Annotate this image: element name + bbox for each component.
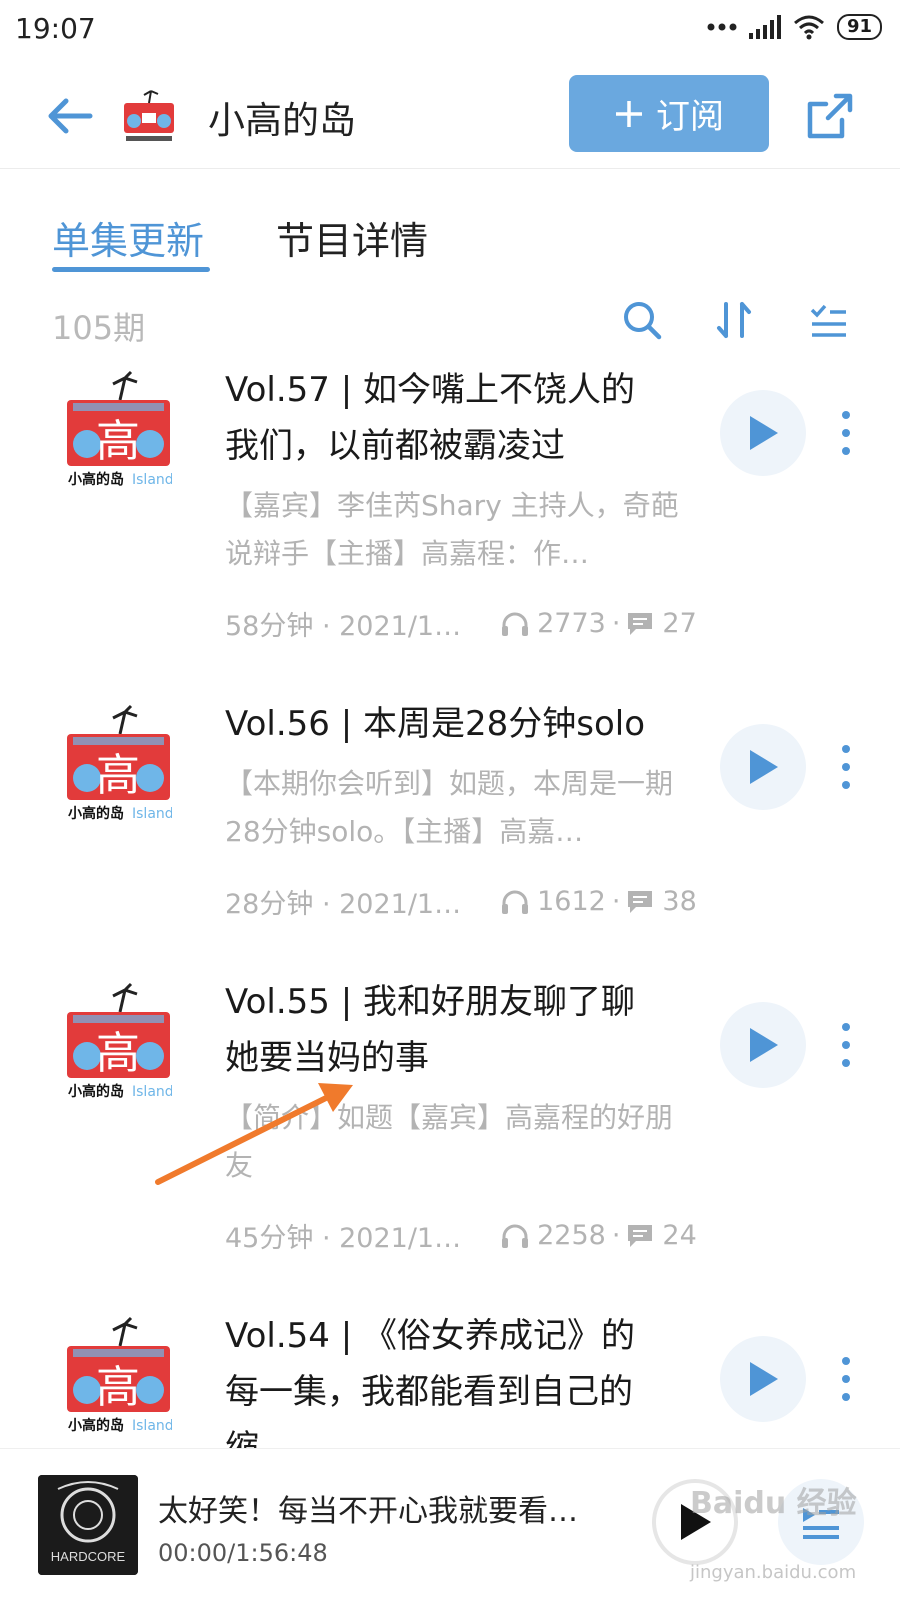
- svg-text:高: 高: [96, 1028, 140, 1079]
- more-vertical-icon[interactable]: [836, 1354, 856, 1404]
- episode-description: 【本期你会听到】如题，本周是一期28分钟solo。【主播】高嘉…: [225, 767, 674, 848]
- episode-count: 105期: [52, 309, 146, 347]
- wifi-icon: [793, 15, 824, 40]
- batch-select-icon[interactable]: [806, 298, 850, 342]
- episode-comment-count: 27: [662, 608, 697, 639]
- episode-play-button[interactable]: [720, 1336, 806, 1422]
- play-icon: [750, 1028, 778, 1062]
- svg-text:小高的岛: 小高的岛: [68, 471, 124, 488]
- episode-cover: 高 小高的岛 Island: [65, 704, 174, 824]
- comment-icon: [628, 1224, 653, 1247]
- tab-episodes[interactable]: 单集更新: [52, 210, 204, 265]
- episode-comment-count: 24: [662, 1220, 697, 1251]
- episode-title[interactable]: Vol.55 | 我和好朋友聊了聊她要当妈的事: [225, 974, 665, 1086]
- play-icon: [750, 416, 778, 450]
- headphones-icon: [502, 1224, 529, 1248]
- watermark: Baidu 经验: [690, 1486, 857, 1521]
- svg-text:高: 高: [96, 750, 140, 801]
- back-arrow-icon[interactable]: [44, 90, 96, 142]
- playback-time: 00:00/1:56:48: [158, 1539, 328, 1567]
- search-icon[interactable]: [620, 298, 664, 342]
- sort-icon[interactable]: [712, 298, 756, 342]
- app-header: 小高的岛 订阅: [0, 70, 900, 169]
- svg-text:HARDCORE: HARDCORE: [51, 1549, 126, 1564]
- episode-play-button[interactable]: [720, 1002, 806, 1088]
- podcast-title: 小高的岛: [208, 99, 356, 142]
- episode-comment-count: 38: [662, 886, 697, 917]
- svg-text:Island: Island: [132, 806, 172, 822]
- share-icon[interactable]: [806, 92, 854, 140]
- svg-text:小高的岛: 小高的岛: [68, 1417, 124, 1434]
- svg-text:Island: Island: [132, 1418, 172, 1434]
- episode-duration-date: 28分钟 · 2021/1…: [225, 889, 462, 920]
- status-bar: 19:07 91: [0, 0, 900, 62]
- svg-text:Island: Island: [132, 472, 172, 488]
- podcast-logo: [124, 90, 174, 141]
- tab-details[interactable]: 节目详情: [276, 210, 428, 265]
- active-tab-indicator: [52, 267, 210, 272]
- more-dots-icon: [707, 23, 737, 31]
- episode-row[interactable]: 高 小高的岛 Island Vol.56 | 本周是28分钟solo 【本期你会…: [0, 696, 900, 996]
- svg-text:小高的岛: 小高的岛: [68, 805, 124, 822]
- headphones-icon: [502, 612, 529, 636]
- now-playing-cover: HARDCORE: [38, 1475, 138, 1575]
- episode-row[interactable]: 高 小高的岛 Island Vol.55 | 我和好朋友聊了聊她要当妈的事 【简…: [0, 974, 900, 1274]
- subscribe-button[interactable]: 订阅: [569, 75, 769, 152]
- comment-icon: [628, 890, 653, 913]
- episode-title[interactable]: Vol.57 | 如今嘴上不饶人的我们，以前都被霸凌过: [225, 362, 665, 474]
- episode-duration-date: 58分钟 · 2021/1…: [225, 611, 462, 642]
- episode-play-button[interactable]: [720, 724, 806, 810]
- episode-description: 【简介】如题【嘉宾】高嘉程的好朋友: [225, 1101, 674, 1182]
- episode-meta: 28分钟 · 2021/1… 1612 · 38: [225, 882, 697, 921]
- episode-meta: 58分钟 · 2021/1… 2773 · 27: [225, 604, 697, 643]
- signal-icon: [748, 15, 781, 39]
- episode-duration-date: 45分钟 · 2021/1…: [225, 1223, 462, 1254]
- status-icons: 91: [707, 14, 882, 40]
- plus-icon: [616, 100, 642, 127]
- episode-play-count: 2773: [537, 608, 606, 639]
- more-vertical-icon[interactable]: [836, 1020, 856, 1070]
- episode-meta: 45分钟 · 2021/1… 2258 · 24: [225, 1216, 697, 1255]
- svg-text:小高的岛: 小高的岛: [68, 1083, 124, 1100]
- headphones-icon: [502, 890, 529, 914]
- svg-text:高: 高: [96, 416, 140, 467]
- comment-icon: [628, 612, 653, 635]
- episode-play-button[interactable]: [720, 390, 806, 476]
- episode-cover: 高 小高的岛 Island: [65, 370, 174, 490]
- svg-text:高: 高: [96, 1362, 140, 1413]
- play-icon: [750, 750, 778, 784]
- more-vertical-icon[interactable]: [836, 408, 856, 458]
- subscribe-label: 订阅: [656, 97, 724, 137]
- more-vertical-icon[interactable]: [836, 742, 856, 792]
- episode-play-count: 1612: [537, 886, 606, 917]
- episode-row[interactable]: 高 小高的岛 Island Vol.57 | 如今嘴上不饶人的我们，以前都被霸凌…: [0, 362, 900, 662]
- now-playing-title: 太好笑！每当不开心我就要看…: [158, 1494, 578, 1529]
- battery-indicator: 91: [836, 14, 882, 40]
- svg-text:Island: Island: [132, 1084, 172, 1100]
- watermark-url: jingyan.baidu.com: [690, 1562, 857, 1583]
- status-time: 19:07: [15, 12, 96, 45]
- episode-title[interactable]: Vol.56 | 本周是28分钟solo: [225, 696, 665, 752]
- episode-description: 【嘉宾】李佳芮Shary 主持人，奇葩说辩手【主播】高嘉程：作…: [225, 489, 679, 570]
- play-icon: [750, 1362, 778, 1396]
- episode-play-count: 2258: [537, 1220, 606, 1251]
- episode-cover: 高 小高的岛 Island: [65, 982, 174, 1102]
- episode-cover: 高 小高的岛 Island: [65, 1316, 174, 1436]
